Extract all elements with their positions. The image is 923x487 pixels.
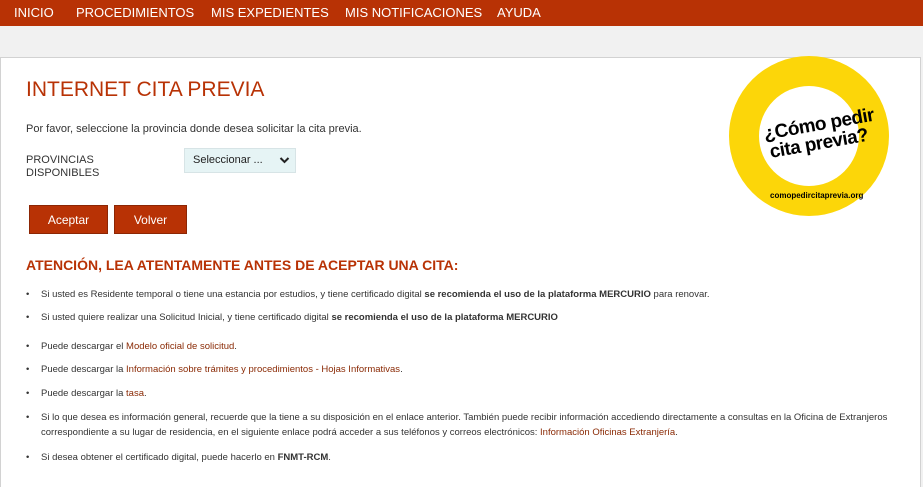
bullet-text: . — [144, 388, 147, 399]
bullet-icon: • — [26, 312, 30, 323]
bullet-icon: • — [26, 412, 30, 423]
bullet-icon: • — [26, 289, 30, 300]
list-item: • Si lo que desea es información general… — [26, 410, 906, 440]
nav-inicio[interactable]: INICIO — [14, 5, 54, 20]
accept-button[interactable]: Aceptar — [29, 205, 108, 234]
mercurio-link[interactable]: MERCURIO — [506, 312, 558, 323]
hojas-informativas-link[interactable]: Información sobre trámites y procedimien… — [126, 364, 400, 375]
intro-text: Por favor, seleccione la provincia donde… — [26, 123, 362, 135]
bullet-text: para renovar. — [650, 289, 710, 300]
bullet-strong: se recomienda el uso de la plataforma — [424, 289, 600, 300]
bullet-text: Si usted quiere realizar una Solicitud I… — [41, 312, 332, 323]
provinces-label: PROVINCIAS DISPONIBLES — [26, 154, 100, 179]
notice-heading: ATENCIÓN, LEA ATENTAMENTE ANTES DE ACEPT… — [26, 257, 459, 273]
modelo-solicitud-link[interactable]: Modelo oficial de solicitud — [126, 341, 234, 352]
nav-mis-expedientes[interactable]: MIS EXPEDIENTES — [211, 5, 329, 20]
bullet-text: . — [675, 427, 678, 438]
bullet-strong: se recomienda el uso de la plataforma — [331, 312, 507, 323]
bullet-text: Puede descargar el — [41, 341, 127, 352]
list-item: • Puede descargar la tasa. — [26, 386, 906, 401]
bullet-icon: • — [26, 341, 30, 352]
bullet-text: Si usted es Residente temporal o tiene u… — [41, 289, 425, 300]
chevron-down-icon — [279, 157, 290, 164]
bullet-text: . — [234, 341, 237, 352]
oficinas-extranjeria-link[interactable]: Información Oficinas Extranjería — [540, 427, 675, 438]
bullet-text: Si lo que desea es información general, … — [41, 412, 888, 438]
page-title: INTERNET CITA PREVIA — [26, 78, 265, 101]
bullet-text: . — [328, 452, 331, 463]
bullet-icon: • — [26, 388, 30, 399]
bullet-text: Si desea obtener el certificado digital,… — [41, 452, 278, 463]
nav-procedimientos[interactable]: PROCEDIMIENTOS — [76, 5, 194, 20]
tasa-link[interactable]: tasa — [126, 388, 144, 399]
list-item: • Si desea obtener el certificado digita… — [26, 450, 906, 465]
province-select[interactable]: Seleccionar ... — [184, 148, 296, 173]
bullet-icon: • — [26, 364, 30, 375]
top-navbar: INICIO PROCEDIMIENTOS MIS EXPEDIENTES MI… — [0, 0, 923, 26]
back-button[interactable]: Volver — [114, 205, 187, 234]
bullet-icon: • — [26, 452, 30, 463]
bullet-text: . — [400, 364, 403, 375]
mercurio-link[interactable]: MERCURIO — [599, 289, 651, 300]
list-item: • Puede descargar el Modelo oficial de s… — [26, 339, 906, 354]
nav-ayuda[interactable]: AYUDA — [497, 5, 541, 20]
bullet-text: Puede descargar la — [41, 364, 127, 375]
nav-mis-notificaciones[interactable]: MIS NOTIFICACIONES — [345, 5, 482, 20]
province-select-value: Seleccionar ... — [193, 154, 263, 166]
list-item: • Si usted quiere realizar una Solicitud… — [26, 310, 906, 325]
list-item: • Puede descargar la Información sobre t… — [26, 362, 906, 377]
logo-url: comopedircitaprevia.org — [770, 191, 864, 200]
bullet-text: Puede descargar la — [41, 388, 127, 399]
fnmt-link[interactable]: FNMT-RCM — [278, 452, 329, 463]
list-item: • Si usted es Residente temporal o tiene… — [26, 287, 906, 302]
